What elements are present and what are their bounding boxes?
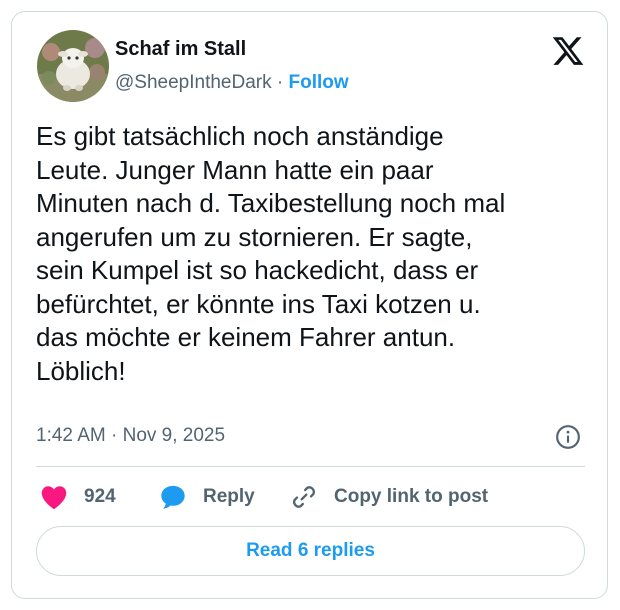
tweet-line: angerufen um zu stornieren. Er sagte,: [36, 221, 473, 252]
author-handle[interactable]: @SheepIntheDark: [115, 72, 272, 93]
avatar-image: [37, 30, 109, 102]
tweet-line: Löblich!: [36, 355, 126, 386]
read-replies-button[interactable]: Read 6 replies: [36, 526, 585, 576]
x-logo-icon[interactable]: [551, 34, 585, 68]
heart-icon: [41, 486, 67, 510]
tweet-line: Minuten nach d. Taxibestellung noch mal: [36, 188, 506, 218]
tweet-line: das möchte er keinem Fahrer antun.: [36, 322, 456, 352]
like-count: 924: [84, 486, 116, 507]
timestamp[interactable]: 1:42 AM · Nov 9, 2025: [36, 425, 225, 447]
tweet-line: sein Kumpel ist so hackedicht, dass er: [36, 255, 479, 285]
tweet-text: Es gibt tatsächlich noch anständige Leut…: [36, 120, 596, 388]
tweet-line: Leute. Junger Mann hatte ein paar: [36, 154, 434, 185]
copy-link-label: Copy link to post: [334, 486, 489, 507]
copy-link-button[interactable]: Copy link to post: [290, 482, 488, 512]
tweet-card: Schaf im Stall @SheepIntheDark · Follow …: [11, 11, 608, 599]
link-icon: [293, 486, 315, 508]
avatar[interactable]: [37, 30, 109, 102]
reply-button[interactable]: Reply: [159, 482, 255, 512]
author-handle-row: @SheepIntheDark · Follow: [115, 72, 349, 94]
divider: [36, 466, 585, 467]
separator-dot: ·: [276, 72, 284, 93]
tweet-line: Es gibt tatsächlich noch anständige: [36, 121, 444, 151]
tweet-line: befürchtet, er könnte ins Taxi kotzen u.: [36, 288, 481, 319]
like-button[interactable]: 924: [40, 482, 116, 512]
speech-bubble-icon: [161, 485, 185, 509]
follow-button[interactable]: Follow: [289, 72, 349, 93]
author-name[interactable]: Schaf im Stall: [115, 38, 246, 61]
info-icon[interactable]: [555, 424, 581, 450]
reply-label: Reply: [203, 486, 255, 507]
